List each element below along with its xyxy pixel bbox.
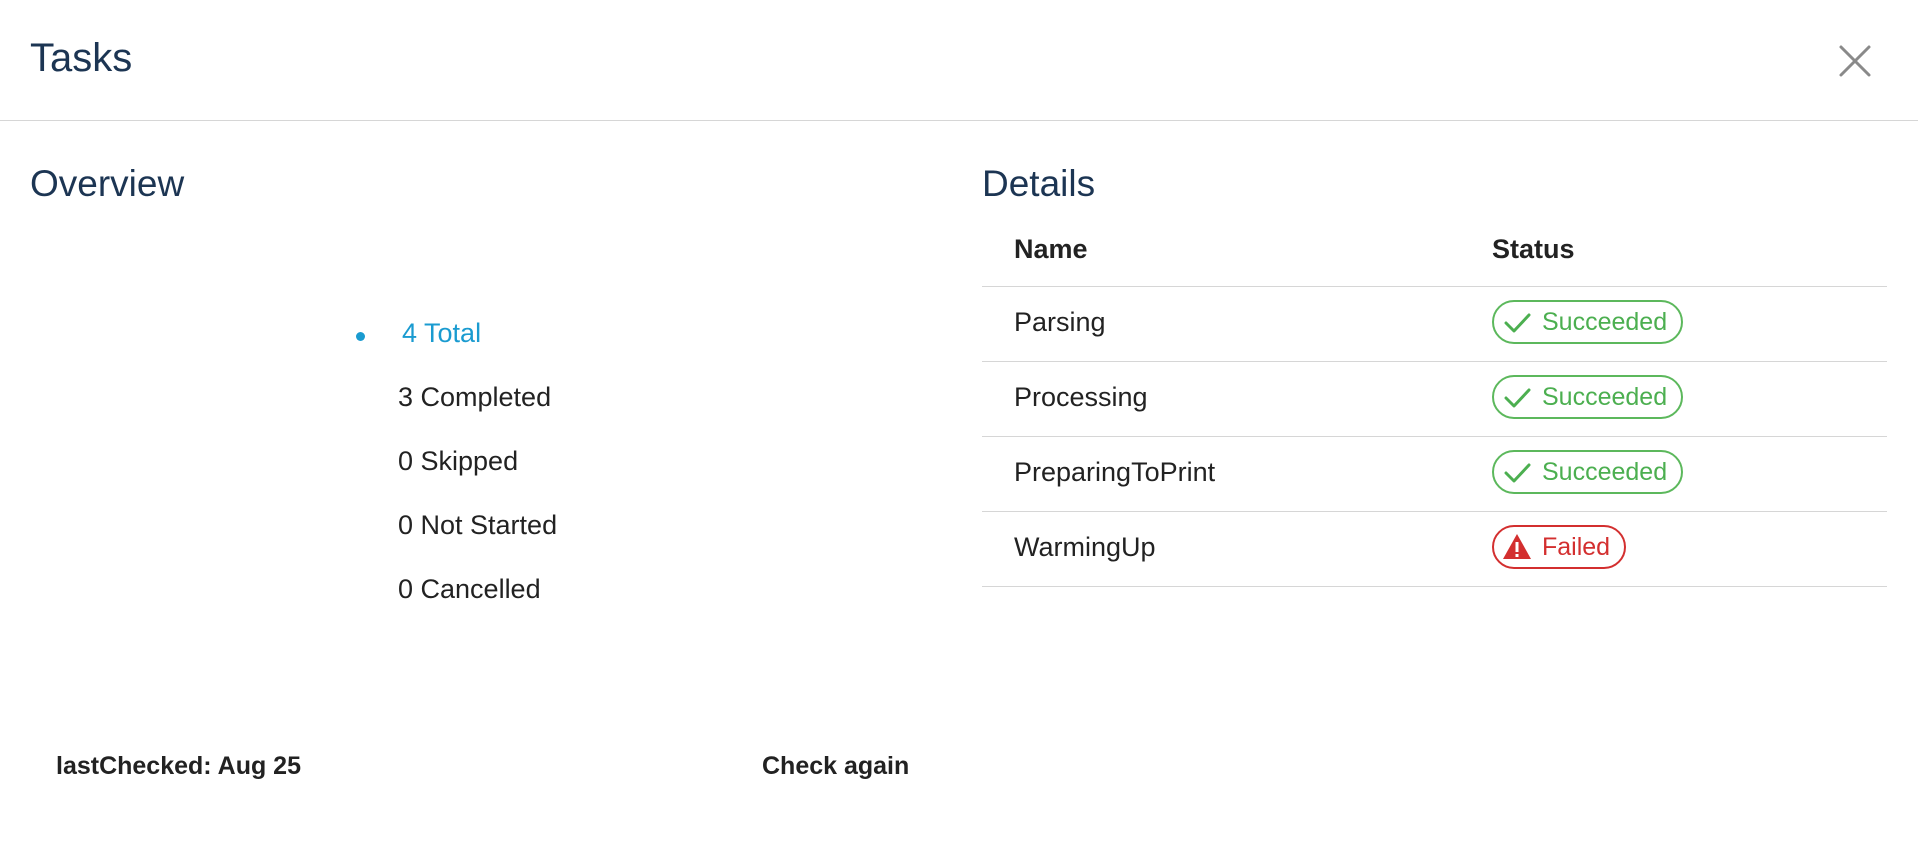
warning-icon (1503, 534, 1531, 559)
legend-label: 3 Completed (398, 382, 552, 412)
overview-title: Overview (30, 163, 185, 204)
column-header-status[interactable]: Status (1492, 234, 1575, 265)
legend-label: 0 Cancelled (398, 574, 541, 604)
column-header-name[interactable]: Name (1014, 234, 1088, 265)
table-row: PreparingToPrint Succeeded (982, 437, 1887, 512)
bullet-dot-icon (356, 332, 365, 341)
last-checked-text: lastChecked: Aug 25 (56, 752, 301, 780)
status-badge: Failed (1492, 525, 1627, 569)
table-row: Processing Succeeded (982, 362, 1887, 437)
close-icon (1839, 45, 1871, 77)
table-header: Name Status (982, 220, 1887, 287)
legend-label: 0 Not Started (398, 510, 558, 540)
task-name: WarmingUp (1014, 532, 1156, 562)
details-title: Details (982, 163, 1096, 204)
legend-label: 0 Skipped (398, 446, 519, 476)
status-label: Succeeded (1542, 382, 1668, 411)
status-label: Succeeded (1542, 457, 1668, 486)
check-icon (1504, 463, 1531, 483)
dialog-header: Tasks (0, 0, 1918, 121)
task-name: Parsing (1014, 307, 1106, 337)
task-name: PreparingToPrint (1014, 457, 1216, 487)
check-icon (1504, 388, 1531, 408)
status-badge: Succeeded (1492, 300, 1684, 344)
status-badge: Succeeded (1492, 375, 1684, 419)
table-row: WarmingUp Failed (982, 512, 1887, 587)
status-label: Succeeded (1542, 307, 1668, 336)
status-label: Failed (1542, 532, 1611, 561)
check-icon (1504, 313, 1531, 333)
check-again-button[interactable]: Check again (762, 752, 909, 781)
task-name: Processing (1014, 382, 1148, 412)
status-badge: Succeeded (1492, 450, 1684, 494)
close-button[interactable] (1838, 44, 1872, 78)
legend-label: 4 Total (402, 318, 482, 348)
details-table: Name Status Parsing Succeeded Processing… (982, 220, 1887, 587)
dialog-title: Tasks (30, 36, 133, 80)
table-row: Parsing Succeeded (982, 287, 1887, 362)
